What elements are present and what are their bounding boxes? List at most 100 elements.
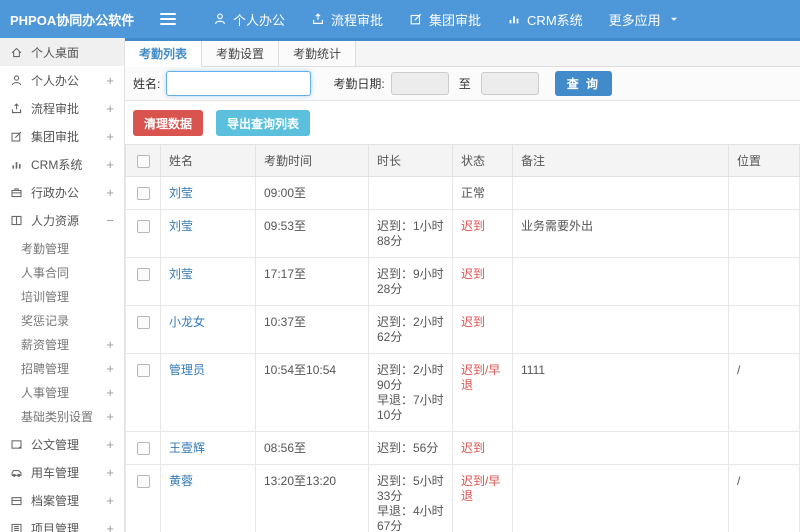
menu-toggle-icon[interactable]	[160, 10, 176, 28]
duration-cell: 迟到：2小时62分	[368, 305, 453, 354]
name-input[interactable]	[166, 71, 312, 96]
expand-toggle[interactable]: +	[102, 385, 114, 400]
location-cell	[728, 305, 800, 354]
sidebar-subitem[interactable]: 考勤管理	[0, 236, 124, 260]
status-cell: 正常	[452, 176, 513, 210]
expand-toggle[interactable]: +	[102, 73, 114, 88]
name-cell: 刘莹	[160, 209, 256, 258]
row-checkbox[interactable]	[136, 316, 150, 330]
project-icon	[11, 523, 22, 532]
clean-data-button[interactable]: 清理数据	[133, 110, 204, 136]
location-cell	[728, 257, 800, 306]
expand-toggle[interactable]: +	[102, 437, 114, 452]
topnav-item[interactable]: 流程审批	[298, 0, 396, 38]
sidebar-item[interactable]: 个人桌面	[0, 38, 124, 66]
expand-toggle[interactable]: +	[102, 409, 114, 424]
expand-toggle[interactable]: +	[102, 129, 114, 144]
sidebar-item[interactable]: 流程审批 +	[0, 94, 124, 122]
employee-name-link[interactable]: 黄蓉	[169, 474, 193, 488]
time-cell: 09:53至	[255, 209, 369, 258]
sidebar-item[interactable]: 人力资源 −	[0, 206, 124, 234]
column-header: 姓名	[160, 144, 256, 177]
table-row: 小龙女 10:37至 迟到：2小时62分 迟到	[125, 305, 800, 354]
sidebar-subitem[interactable]: 培训管理	[0, 284, 124, 308]
sidebar-item[interactable]: CRM系统 +	[0, 150, 124, 178]
duration-cell: 迟到：1小时88分	[368, 209, 453, 258]
employee-name-link[interactable]: 刘莹	[169, 219, 193, 233]
sidebar-subitem-label: 奖惩记录	[21, 313, 70, 328]
table-row: 刘莹 09:53至 迟到：1小时88分 迟到 业务需要外出	[125, 209, 800, 258]
topnav-item[interactable]: 集团审批	[396, 0, 494, 38]
table-row: 王壹辉 08:56至 迟到：56分 迟到	[125, 431, 800, 465]
sidebar-item[interactable]: 公文管理 +	[0, 430, 124, 458]
row-checkbox[interactable]	[136, 220, 150, 234]
sidebar-item[interactable]: 用车管理 +	[0, 458, 124, 486]
topnav-item[interactable]: CRM系统	[494, 0, 596, 38]
sidebar-subitem[interactable]: 奖惩记录	[0, 308, 124, 332]
topnav-item[interactable]: 个人办公	[200, 0, 298, 38]
sidebar-item[interactable]: 集团审批 +	[0, 122, 124, 150]
sidebar-item-label: 公文管理	[31, 437, 80, 452]
sidebar-item[interactable]: 档案管理 +	[0, 486, 124, 514]
time-cell: 09:00至	[255, 176, 369, 210]
topnav-label: 个人办公	[233, 12, 286, 28]
attendance-table: 姓名 考勤时间 时长 状态 备注 位置 刘莹 09:00至 正常 刘莹 09:53至 迟到：1小时8…	[125, 144, 800, 532]
sidebar-item[interactable]: 行政办公 +	[0, 178, 124, 206]
column-header: 时长	[368, 144, 453, 177]
row-checkbox[interactable]	[136, 475, 150, 489]
sidebar-item-label: 流程审批	[31, 101, 80, 116]
tab-item[interactable]: 考勤列表	[125, 41, 203, 67]
location-cell: /	[728, 464, 800, 532]
employee-name-link[interactable]: 管理员	[169, 363, 205, 377]
expand-toggle[interactable]: +	[102, 493, 114, 508]
sidebar-subitem-label: 基础类别设置	[21, 409, 94, 424]
date-to-input[interactable]	[480, 72, 539, 95]
remark-cell	[512, 464, 729, 532]
expand-toggle[interactable]: +	[102, 465, 114, 480]
sidebar-subitem[interactable]: 基础类别设置 +	[0, 404, 124, 428]
sidebar-subitem-label: 培训管理	[21, 289, 70, 304]
export-list-button[interactable]: 导出查询列表	[216, 110, 311, 136]
status-cell: 迟到/早退	[452, 353, 513, 432]
date-filter-label: 考勤日期:	[333, 77, 385, 91]
expand-toggle[interactable]: −	[102, 213, 114, 228]
sidebar-item[interactable]: 项目管理 +	[0, 514, 124, 532]
expand-toggle[interactable]: +	[102, 521, 114, 532]
tab-item[interactable]: 考勤设置	[202, 41, 280, 66]
employee-name-link[interactable]: 王壹辉	[169, 441, 205, 455]
topnav-label: 更多应用	[608, 12, 661, 28]
employee-name-link[interactable]: 刘莹	[169, 267, 193, 281]
date-from-input[interactable]	[390, 72, 449, 95]
row-checkbox[interactable]	[136, 187, 150, 201]
archive-icon	[11, 496, 22, 505]
topnav-label: 集团审批	[429, 12, 482, 28]
row-checkbox[interactable]	[136, 364, 150, 378]
employee-name-link[interactable]: 小龙女	[169, 315, 205, 329]
search-button[interactable]: 查 询	[554, 71, 613, 96]
tab-item[interactable]: 考勤统计	[279, 41, 357, 66]
row-checkbox[interactable]	[136, 268, 150, 282]
sidebar-subitem[interactable]: 薪资管理 +	[0, 332, 124, 356]
book-icon	[11, 215, 22, 225]
table-row: 管理员 10:54至10:54 迟到：2小时90分 早退：7小时10分 迟到/早退 11…	[125, 353, 800, 432]
sidebar-subitem-label: 人事管理	[21, 385, 70, 400]
duration-cell: 迟到：9小时28分	[368, 257, 453, 306]
row-checkbox[interactable]	[136, 442, 150, 456]
expand-toggle[interactable]: +	[102, 101, 114, 116]
topnav-item[interactable]: 更多应用	[596, 0, 694, 38]
select-all-checkbox[interactable]	[136, 154, 150, 168]
sidebar-subitem[interactable]: 人事管理 +	[0, 380, 124, 404]
expand-toggle[interactable]: +	[102, 337, 114, 352]
sidebar-item-label: 个人办公	[31, 73, 80, 88]
expand-toggle[interactable]: +	[102, 361, 114, 376]
caret-down-icon	[670, 17, 677, 21]
sidebar-subitem[interactable]: 招聘管理 +	[0, 356, 124, 380]
sidebar-item-label: 个人桌面	[31, 45, 80, 60]
expand-toggle[interactable]: +	[102, 157, 114, 172]
table-row: 刘莹 17:17至 迟到：9小时28分 迟到	[125, 257, 800, 306]
sidebar-subitem[interactable]: 人事合同	[0, 260, 124, 284]
employee-name-link[interactable]: 刘莹	[169, 186, 193, 200]
remark-cell: 业务需要外出	[512, 209, 729, 258]
expand-toggle[interactable]: +	[102, 185, 114, 200]
sidebar-item[interactable]: 个人办公 +	[0, 66, 124, 94]
